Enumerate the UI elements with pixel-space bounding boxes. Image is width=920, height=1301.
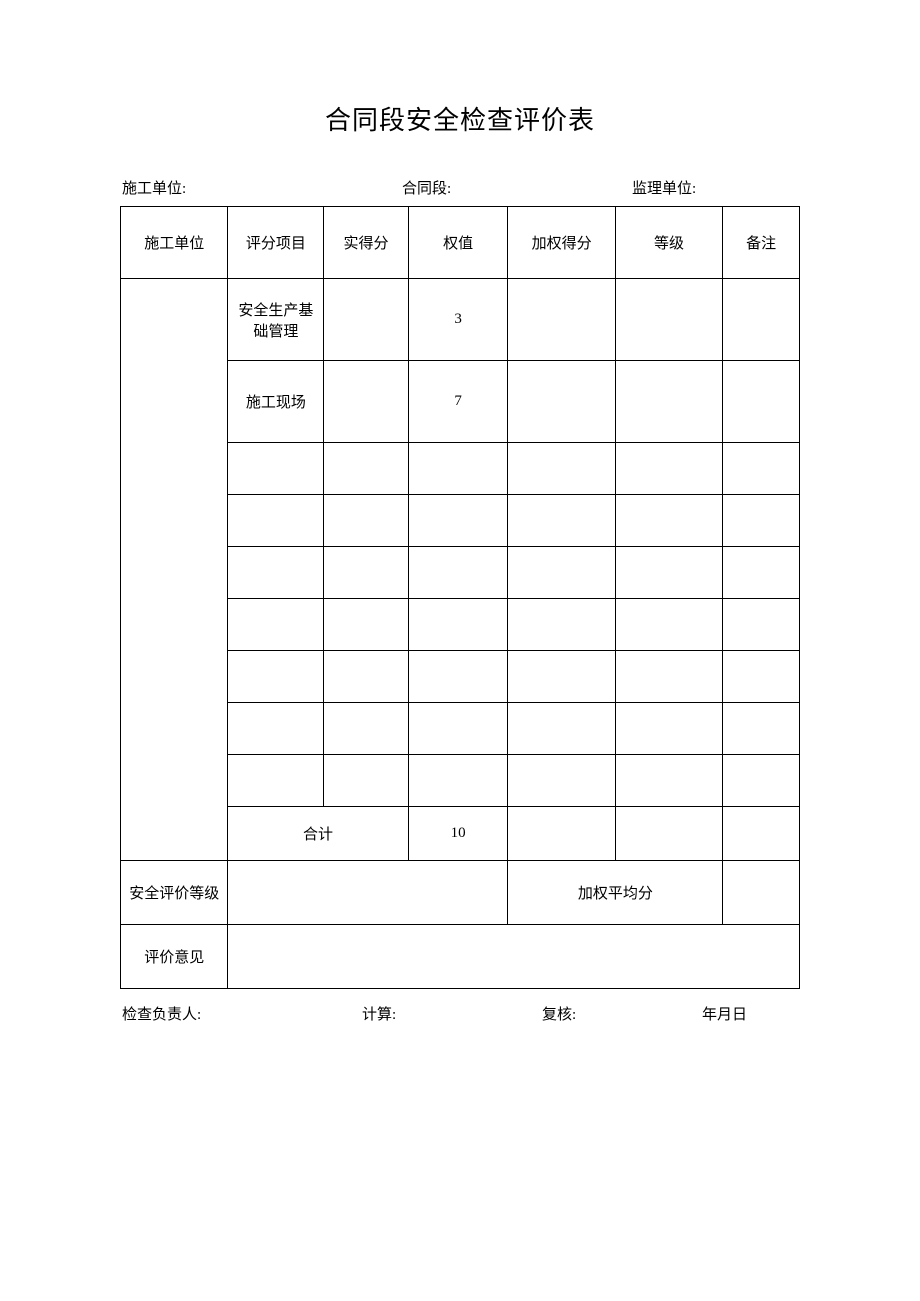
evaluation-table: 施工单位 评分项目 实得分 权值 加权得分 等级 备注 安全生产基础管理 3 施… (120, 206, 800, 989)
inspector-label: 检查负责人: (122, 1003, 362, 1024)
col-unit-header: 施工单位 (121, 207, 228, 279)
sum-grade (615, 807, 722, 861)
grade-cell (615, 547, 722, 599)
item-cell: 安全生产基础管理 (228, 279, 324, 361)
header-info-row: 施工单位: 合同段: 监理单位: (120, 177, 800, 198)
weight-cell (408, 755, 508, 807)
col-weight-header: 权值 (408, 207, 508, 279)
col-item-header: 评分项目 (228, 207, 324, 279)
score-cell (324, 547, 408, 599)
grade-cell (615, 443, 722, 495)
score-cell (324, 443, 408, 495)
sum-wscore (508, 807, 615, 861)
item-cell (228, 755, 324, 807)
score-cell (324, 703, 408, 755)
contract-section-label: 合同段: (402, 177, 632, 198)
grade-cell (615, 361, 722, 443)
page-title: 合同段安全检查评价表 (120, 100, 800, 137)
note-cell (723, 651, 800, 703)
score-cell (324, 361, 408, 443)
grade-cell (615, 703, 722, 755)
col-grade-header: 等级 (615, 207, 722, 279)
weighted-avg-value (723, 861, 800, 925)
score-cell (324, 495, 408, 547)
col-score-header: 实得分 (324, 207, 408, 279)
note-cell (723, 279, 800, 361)
item-cell (228, 547, 324, 599)
safety-grade-label: 安全评价等级 (121, 861, 228, 925)
sum-note (723, 807, 800, 861)
grade-cell (615, 599, 722, 651)
wscore-cell (508, 755, 615, 807)
note-cell (723, 703, 800, 755)
weight-cell: 3 (408, 279, 508, 361)
weight-cell (408, 443, 508, 495)
wscore-cell (508, 279, 615, 361)
opinion-value (228, 925, 800, 989)
item-cell (228, 443, 324, 495)
opinion-label: 评价意见 (121, 925, 228, 989)
note-cell (723, 361, 800, 443)
weighted-avg-label: 加权平均分 (508, 861, 723, 925)
item-cell (228, 703, 324, 755)
note-cell (723, 443, 800, 495)
note-cell (723, 755, 800, 807)
note-cell (723, 599, 800, 651)
construction-unit-label: 施工单位: (122, 177, 402, 198)
weight-cell (408, 703, 508, 755)
table-header-row: 施工单位 评分项目 实得分 权值 加权得分 等级 备注 (121, 207, 800, 279)
item-cell (228, 599, 324, 651)
footer-info-row: 检查负责人: 计算: 复核: 年月日 (120, 1003, 800, 1024)
wscore-cell (508, 547, 615, 599)
item-cell: 施工现场 (228, 361, 324, 443)
grade-cell (615, 279, 722, 361)
sum-label: 合计 (228, 807, 408, 861)
score-cell (324, 755, 408, 807)
wscore-cell (508, 495, 615, 547)
date-label: 年月日 (702, 1003, 798, 1024)
note-cell (723, 547, 800, 599)
wscore-cell (508, 443, 615, 495)
supervisor-unit-label: 监理单位: (632, 177, 798, 198)
weight-cell (408, 547, 508, 599)
grade-cell (615, 651, 722, 703)
weight-cell (408, 599, 508, 651)
wscore-cell (508, 651, 615, 703)
wscore-cell (508, 703, 615, 755)
calc-label: 计算: (362, 1003, 542, 1024)
item-cell (228, 495, 324, 547)
wscore-cell (508, 361, 615, 443)
score-cell (324, 279, 408, 361)
col-wscore-header: 加权得分 (508, 207, 615, 279)
score-cell (324, 651, 408, 703)
note-cell (723, 495, 800, 547)
item-cell (228, 651, 324, 703)
safety-grade-value (228, 861, 508, 925)
score-cell (324, 599, 408, 651)
weight-cell (408, 651, 508, 703)
opinion-row: 评价意见 (121, 925, 800, 989)
col-note-header: 备注 (723, 207, 800, 279)
weight-cell: 7 (408, 361, 508, 443)
table-row: 安全生产基础管理 3 (121, 279, 800, 361)
wscore-cell (508, 599, 615, 651)
sum-weight: 10 (408, 807, 508, 861)
grade-row: 安全评价等级 加权平均分 (121, 861, 800, 925)
grade-cell (615, 755, 722, 807)
review-label: 复核: (542, 1003, 702, 1024)
weight-cell (408, 495, 508, 547)
unit-cell (121, 279, 228, 861)
grade-cell (615, 495, 722, 547)
